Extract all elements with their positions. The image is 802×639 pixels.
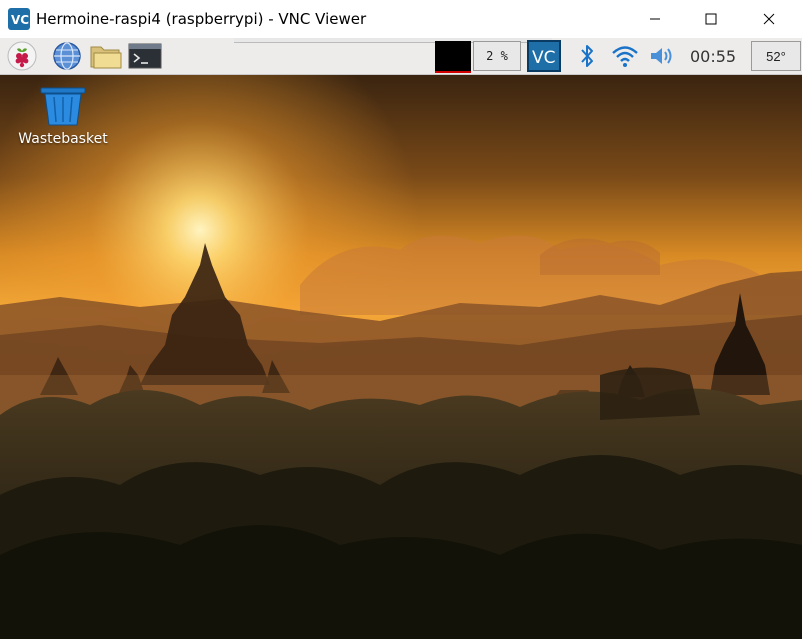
desktop-icon-label: Wastebasket	[18, 131, 108, 147]
desktop-icon-wastebasket[interactable]: Wastebasket	[14, 87, 112, 147]
vnc-server-tray-button[interactable]: VC	[527, 40, 561, 72]
raspberry-menu-button[interactable]	[5, 40, 39, 72]
web-browser-icon	[53, 42, 81, 70]
desktop[interactable]: Wastebasket	[0, 75, 802, 639]
file-manager-icon	[90, 46, 122, 69]
wifi-button[interactable]	[611, 42, 639, 70]
bluetooth-icon	[581, 45, 593, 67]
cpu-usage-graph	[435, 41, 471, 73]
close-button[interactable]	[746, 0, 792, 38]
cpu-temperature-readout: 52°	[751, 41, 801, 71]
cpu-usage-value: 2 %	[486, 49, 508, 63]
close-icon	[763, 13, 775, 25]
svg-text:VC: VC	[11, 13, 29, 27]
svg-text:VC: VC	[532, 48, 556, 68]
terminal-icon	[128, 43, 162, 69]
minimize-icon	[650, 18, 660, 20]
volume-button[interactable]	[648, 42, 676, 70]
volume-icon	[651, 48, 672, 64]
cpu-temperature-value: 52°	[766, 48, 786, 64]
wallpaper	[0, 75, 802, 639]
maximize-button[interactable]	[688, 0, 734, 38]
web-browser-button[interactable]	[50, 40, 84, 72]
raspberry-menu-icon	[7, 41, 37, 71]
cpu-usage-readout: 2 %	[473, 41, 521, 71]
maximize-icon	[705, 13, 717, 25]
file-manager-button[interactable]	[89, 40, 123, 72]
window-title-bar[interactable]: VC Hermoine-raspi4 (raspberrypi) - VNC V…	[0, 0, 802, 38]
terminal-button[interactable]	[128, 40, 162, 72]
bluetooth-button[interactable]	[576, 42, 598, 70]
clock[interactable]: 00:55	[690, 47, 736, 66]
vnc-server-icon: VC	[532, 48, 556, 68]
window-title: Hermoine-raspi4 (raspberrypi) - VNC View…	[36, 10, 367, 28]
minimize-button[interactable]	[632, 0, 678, 38]
vnc-viewer-icon[interactable]: VC	[8, 8, 30, 30]
wastebasket-icon	[40, 87, 86, 126]
wifi-icon	[612, 46, 638, 67]
